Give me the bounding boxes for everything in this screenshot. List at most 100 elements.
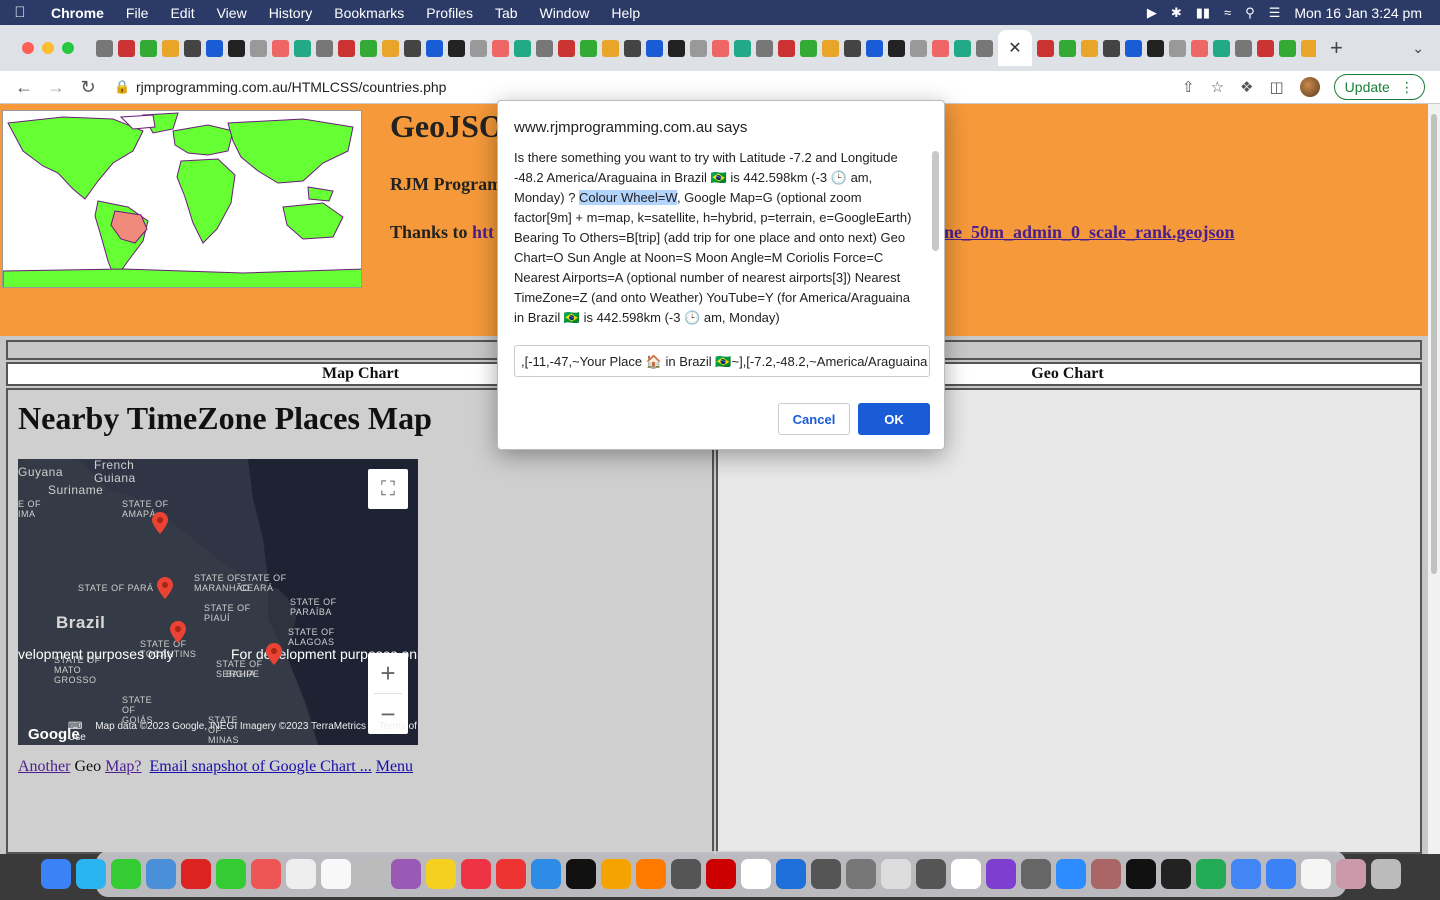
page-scrollbar[interactable] [1428, 104, 1440, 854]
map-marker-icon[interactable] [157, 577, 173, 599]
extensions-icon[interactable]: ❖ [1240, 78, 1253, 96]
tab-favicon-icon[interactable] [756, 39, 773, 57]
dock-app-icon[interactable] [286, 859, 316, 889]
profile-avatar[interactable] [1299, 77, 1320, 97]
dock-app-icon[interactable] [741, 859, 771, 889]
tab-favicon-icon[interactable] [162, 39, 179, 57]
dock-app-icon[interactable] [216, 859, 246, 889]
tab-favicon-icon[interactable] [976, 39, 993, 57]
tab-favicon-icon[interactable] [470, 39, 487, 57]
menu-file[interactable]: File [115, 5, 160, 21]
bluetooth-icon[interactable]: ✱ [1171, 5, 1182, 21]
tab-favicon-icon[interactable] [448, 39, 465, 57]
tab-favicon-icon[interactable] [646, 39, 663, 57]
tab-favicon-icon[interactable] [624, 39, 641, 57]
bookmark-star-icon[interactable]: ☆ [1211, 78, 1224, 96]
apple-icon[interactable]:  [0, 4, 40, 21]
menu-edit[interactable]: Edit [159, 5, 205, 21]
dock-app-icon[interactable] [671, 859, 701, 889]
tab-favicon-icon[interactable] [778, 39, 795, 57]
dialog-scrollbar-thumb[interactable] [932, 151, 939, 251]
dock-app-icon[interactable] [601, 859, 631, 889]
dock-app-icon[interactable] [146, 859, 176, 889]
tab-favicon-icon[interactable] [1169, 39, 1186, 57]
back-icon[interactable]: ← [8, 77, 40, 98]
tab-favicon-icon[interactable] [1213, 39, 1230, 57]
dock-app-icon[interactable] [1091, 859, 1121, 889]
tab-favicon-icon[interactable] [822, 39, 839, 57]
dock-app-icon[interactable] [846, 859, 876, 889]
dock-app-icon[interactable] [1266, 859, 1296, 889]
tab-favicon-icon[interactable] [690, 39, 707, 57]
dock-app-icon[interactable] [461, 859, 491, 889]
new-tab-icon[interactable]: + [1330, 35, 1343, 61]
tab-favicon-icon[interactable] [360, 39, 377, 57]
menu-view[interactable]: View [206, 5, 258, 21]
tab-favicon-icon[interactable] [1037, 39, 1054, 57]
dock-app-icon[interactable] [986, 859, 1016, 889]
menu-tab[interactable]: Tab [484, 5, 529, 21]
tab-favicon-icon[interactable] [140, 39, 157, 57]
tab-favicon-icon[interactable] [580, 39, 597, 57]
menu-window[interactable]: Window [529, 5, 601, 21]
dock-app-icon[interactable] [251, 859, 281, 889]
tab-search-chevron-icon[interactable]: ⌄ [1412, 40, 1424, 57]
tab-favicon-icon[interactable] [118, 39, 135, 57]
share-icon[interactable]: ⇧ [1182, 78, 1195, 96]
address-bar[interactable]: 🔒 rjmprogramming.com.au/HTMLCSS/countrie… [114, 73, 1154, 101]
tab-favicon-icon[interactable] [1081, 39, 1098, 57]
map-marker-icon[interactable] [170, 621, 186, 643]
email-snapshot-link[interactable]: Email snapshot of Google Chart ... [150, 758, 372, 775]
kebab-menu-icon[interactable]: ⋮ [1400, 79, 1414, 96]
tab-favicon-icon[interactable] [954, 39, 971, 57]
dock-app-icon[interactable] [1336, 859, 1366, 889]
tab-favicon-icon[interactable] [1125, 39, 1142, 57]
thanks-link[interactable]: htt [472, 222, 494, 242]
dock-app-icon[interactable] [916, 859, 946, 889]
url-text[interactable]: rjmprogramming.com.au/HTMLCSS/countries.… [136, 79, 446, 95]
dock-app-icon[interactable] [1056, 859, 1086, 889]
tab-favicon-icon[interactable] [1191, 39, 1208, 57]
tab-favicon-icon[interactable] [272, 39, 289, 57]
menu-app-name[interactable]: Chrome [40, 5, 115, 21]
another-link[interactable]: Another [18, 758, 70, 775]
dock-app-icon[interactable] [1161, 859, 1191, 889]
control-center-icon[interactable]: ☰ [1269, 5, 1281, 21]
tab-favicon-icon[interactable] [294, 39, 311, 57]
dock-app-icon[interactable] [321, 859, 351, 889]
minimize-window-icon[interactable] [42, 42, 54, 54]
world-map-thumbnail[interactable] [2, 110, 362, 288]
tab-favicon-icon[interactable] [184, 39, 201, 57]
prompt-input[interactable]: ,[-11,-47,~Your Place 🏠 in Brazil 🇧🇷~],[… [514, 345, 930, 377]
wifi-icon[interactable]: ≈ [1224, 5, 1231, 20]
tab-favicon-icon[interactable] [1235, 39, 1252, 57]
battery-icon[interactable]: ▮▮ [1196, 5, 1210, 21]
tab-favicon-icon[interactable] [536, 39, 553, 57]
dock-app-icon[interactable] [426, 859, 456, 889]
dock-app-icon[interactable] [811, 859, 841, 889]
menu-help[interactable]: Help [600, 5, 651, 21]
dock-app-icon[interactable] [111, 859, 141, 889]
keyboard-shortcuts-icon[interactable]: ⌨ [68, 721, 82, 732]
geojson-link[interactable]: ne_50m_admin_0_scale_rank.geojson [944, 222, 1235, 243]
zoom-in-icon[interactable]: + [368, 653, 408, 693]
tab-favicon-icon[interactable] [316, 39, 333, 57]
menubar-clock[interactable]: Mon 16 Jan 3:24 pm [1294, 5, 1422, 21]
tab-favicon-icon[interactable] [404, 39, 421, 57]
tab-favicon-icon[interactable] [668, 39, 685, 57]
tab-favicon-icon[interactable] [96, 39, 113, 57]
tab-favicon-icon[interactable] [866, 39, 883, 57]
tab-favicon-icon[interactable] [338, 39, 355, 57]
tab-favicon-icon[interactable] [1147, 39, 1164, 57]
tab-favicon-icon[interactable] [888, 39, 905, 57]
spotlight-search-icon[interactable]: ⚲ [1245, 5, 1255, 21]
tab-favicon-icon[interactable] [1279, 39, 1296, 57]
tab-favicon-icon[interactable] [932, 39, 949, 57]
dock-app-icon[interactable] [706, 859, 736, 889]
dock-app-icon[interactable] [1196, 859, 1226, 889]
ok-button[interactable]: OK [858, 403, 930, 435]
dock-app-icon[interactable] [636, 859, 666, 889]
tab-favicon-icon[interactable] [492, 39, 509, 57]
tab-favicon-icon[interactable] [734, 39, 751, 57]
menu-link[interactable]: Menu [376, 758, 413, 775]
